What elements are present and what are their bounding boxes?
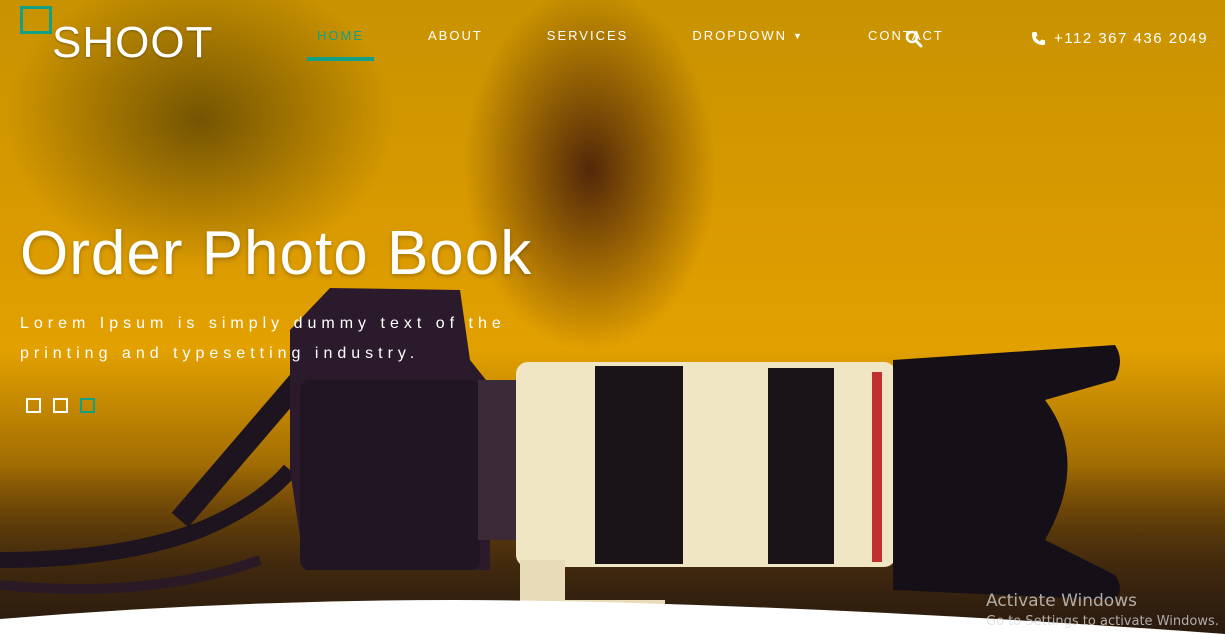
nav-label: ABOUT xyxy=(428,28,483,43)
phone-icon xyxy=(1031,31,1046,46)
phone-number: +112 367 436 2049 xyxy=(1054,30,1209,47)
brand-name: SHOOT xyxy=(52,18,214,67)
nav-item-about[interactable]: ABOUT xyxy=(418,28,493,61)
slide-indicator[interactable] xyxy=(53,398,68,413)
logo-square-icon xyxy=(20,6,52,34)
main-navigation: HOME ABOUT SERVICES DROPDOWN ▼ CONTACT xyxy=(307,28,998,61)
phone-contact[interactable]: +112 367 436 2049 xyxy=(1031,30,1208,47)
nav-label: DROPDOWN xyxy=(692,28,788,43)
search-icon[interactable] xyxy=(905,30,923,48)
windows-activation-watermark: Activate Windows Go to Settings to activ… xyxy=(986,591,1219,629)
nav-item-home[interactable]: HOME xyxy=(307,28,374,61)
nav-item-services[interactable]: SERVICES xyxy=(537,28,639,61)
nav-label: SERVICES xyxy=(546,28,629,43)
slide-indicator-active[interactable] xyxy=(80,398,95,413)
caret-down-icon: ▼ xyxy=(793,31,804,41)
slider-pagination xyxy=(26,398,107,413)
slide-indicator[interactable] xyxy=(26,398,41,413)
hero-title: Order Photo Book xyxy=(20,219,533,288)
watermark-subtitle: Go to Settings to activate Windows. xyxy=(986,614,1219,629)
nav-item-dropdown[interactable]: DROPDOWN ▼ xyxy=(682,28,814,61)
hero-subtitle: Lorem Ipsum is simply dummy text of the … xyxy=(20,315,506,362)
nav-label: HOME xyxy=(317,28,364,43)
watermark-title: Activate Windows xyxy=(986,591,1137,611)
